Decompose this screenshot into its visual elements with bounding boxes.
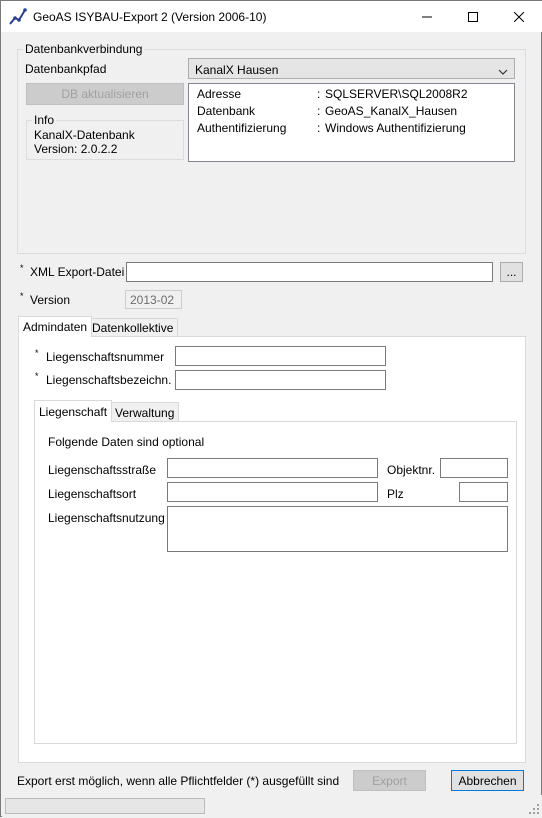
tab-admindaten[interactable]: Admindaten [18, 316, 93, 337]
detail-value: Windows Authentifizierung [325, 121, 466, 135]
db-connection-title: Datenbankverbindung [23, 42, 145, 56]
detail-sep: : [317, 104, 321, 118]
liegenschaftsnummer-label: Liegenschaftsnummer [46, 350, 165, 364]
required-fields-hint: Export erst möglich, wenn alle Pflichtfe… [17, 774, 340, 788]
detail-sep: : [317, 87, 321, 101]
info-db-name: KanalX-Datenbank [34, 128, 135, 142]
xml-export-input[interactable] [126, 262, 493, 282]
detail-key: Datenbank [197, 104, 256, 118]
liegenschaftsort-label: Liegenschaftsort [48, 487, 137, 501]
version-value: 2013-02 [130, 293, 175, 307]
detail-value: SQLSERVER\SQL2008R2 [325, 87, 468, 101]
db-path-value: KanalX Hausen [195, 63, 279, 77]
resize-grip-icon[interactable] [528, 803, 540, 815]
optional-note: Folgende Daten sind optional [48, 435, 205, 449]
detail-sep: : [317, 121, 321, 135]
liegenschaftsnutzung-input[interactable] [167, 506, 508, 552]
version-label: Version [30, 293, 71, 307]
liegenschaftsnutzung-label: Liegenschaftsnutzung [48, 511, 165, 525]
detail-key: Authentifizierung [197, 121, 287, 135]
liegenschaftsnummer-input[interactable] [175, 346, 386, 366]
xml-export-label: XML Export-Datei [30, 265, 125, 279]
tab-liegenschaft[interactable]: Liegenschaft [34, 400, 113, 422]
close-icon [514, 11, 524, 22]
plz-label: Plz [387, 487, 404, 501]
maximize-icon [468, 11, 478, 22]
objektnr-label: Objektnr. [387, 463, 436, 477]
status-bar [2, 795, 542, 817]
objektnr-input[interactable] [440, 458, 508, 478]
liegenschaftsbezeichnung-input[interactable] [175, 370, 386, 390]
info-title: Info [32, 113, 57, 127]
minimize-icon [422, 12, 432, 22]
cancel-button[interactable]: Abbrechen [451, 770, 524, 791]
db-path-label: Datenbankpfad [25, 62, 107, 76]
db-details-panel: Adresse : SQLSERVER\SQL2008R2 Datenbank … [188, 83, 515, 162]
detail-value: GeoAS_KanalX_Hausen [325, 104, 458, 118]
app-icon [8, 7, 28, 27]
main-window: GeoAS ISYBAU-Export 2 (Version 2006-10) … [0, 0, 542, 817]
liegenschaftsstrasse-label: Liegenschaftsstraße [48, 463, 157, 477]
maximize-button[interactable] [450, 1, 496, 32]
liegenschaftsbezeichnung-label: Liegenschaftsbezeichn. [46, 373, 172, 387]
liegenschaftsstrasse-input[interactable] [167, 458, 378, 478]
title-bar[interactable]: GeoAS ISYBAU-Export 2 (Version 2006-10) [1, 1, 542, 32]
db-path-dropdown[interactable]: KanalX Hausen [188, 58, 515, 79]
db-refresh-button[interactable]: DB aktualisieren [26, 83, 184, 105]
required-mark: * [20, 291, 24, 301]
chevron-down-icon [498, 65, 508, 79]
tab-datenkollektive[interactable]: Datenkollektive [87, 318, 179, 337]
liegenschaftsort-input[interactable] [167, 482, 378, 502]
plz-input[interactable] [459, 482, 508, 502]
minimize-button[interactable] [404, 1, 450, 32]
export-progress-bar [5, 798, 205, 814]
required-mark: * [20, 263, 24, 273]
detail-key: Adresse [197, 87, 242, 101]
info-db-version: Version: 2.0.2.2 [34, 142, 118, 156]
export-button[interactable]: Export [353, 770, 426, 791]
version-field: 2013-02 [125, 290, 182, 309]
browse-button[interactable]: ... [500, 262, 523, 282]
tab-verwaltung[interactable]: Verwaltung [110, 402, 180, 422]
close-button[interactable] [496, 1, 542, 32]
required-mark: * [35, 371, 39, 381]
required-mark: * [35, 348, 39, 358]
window-title: GeoAS ISYBAU-Export 2 (Version 2006-10) [33, 10, 267, 24]
